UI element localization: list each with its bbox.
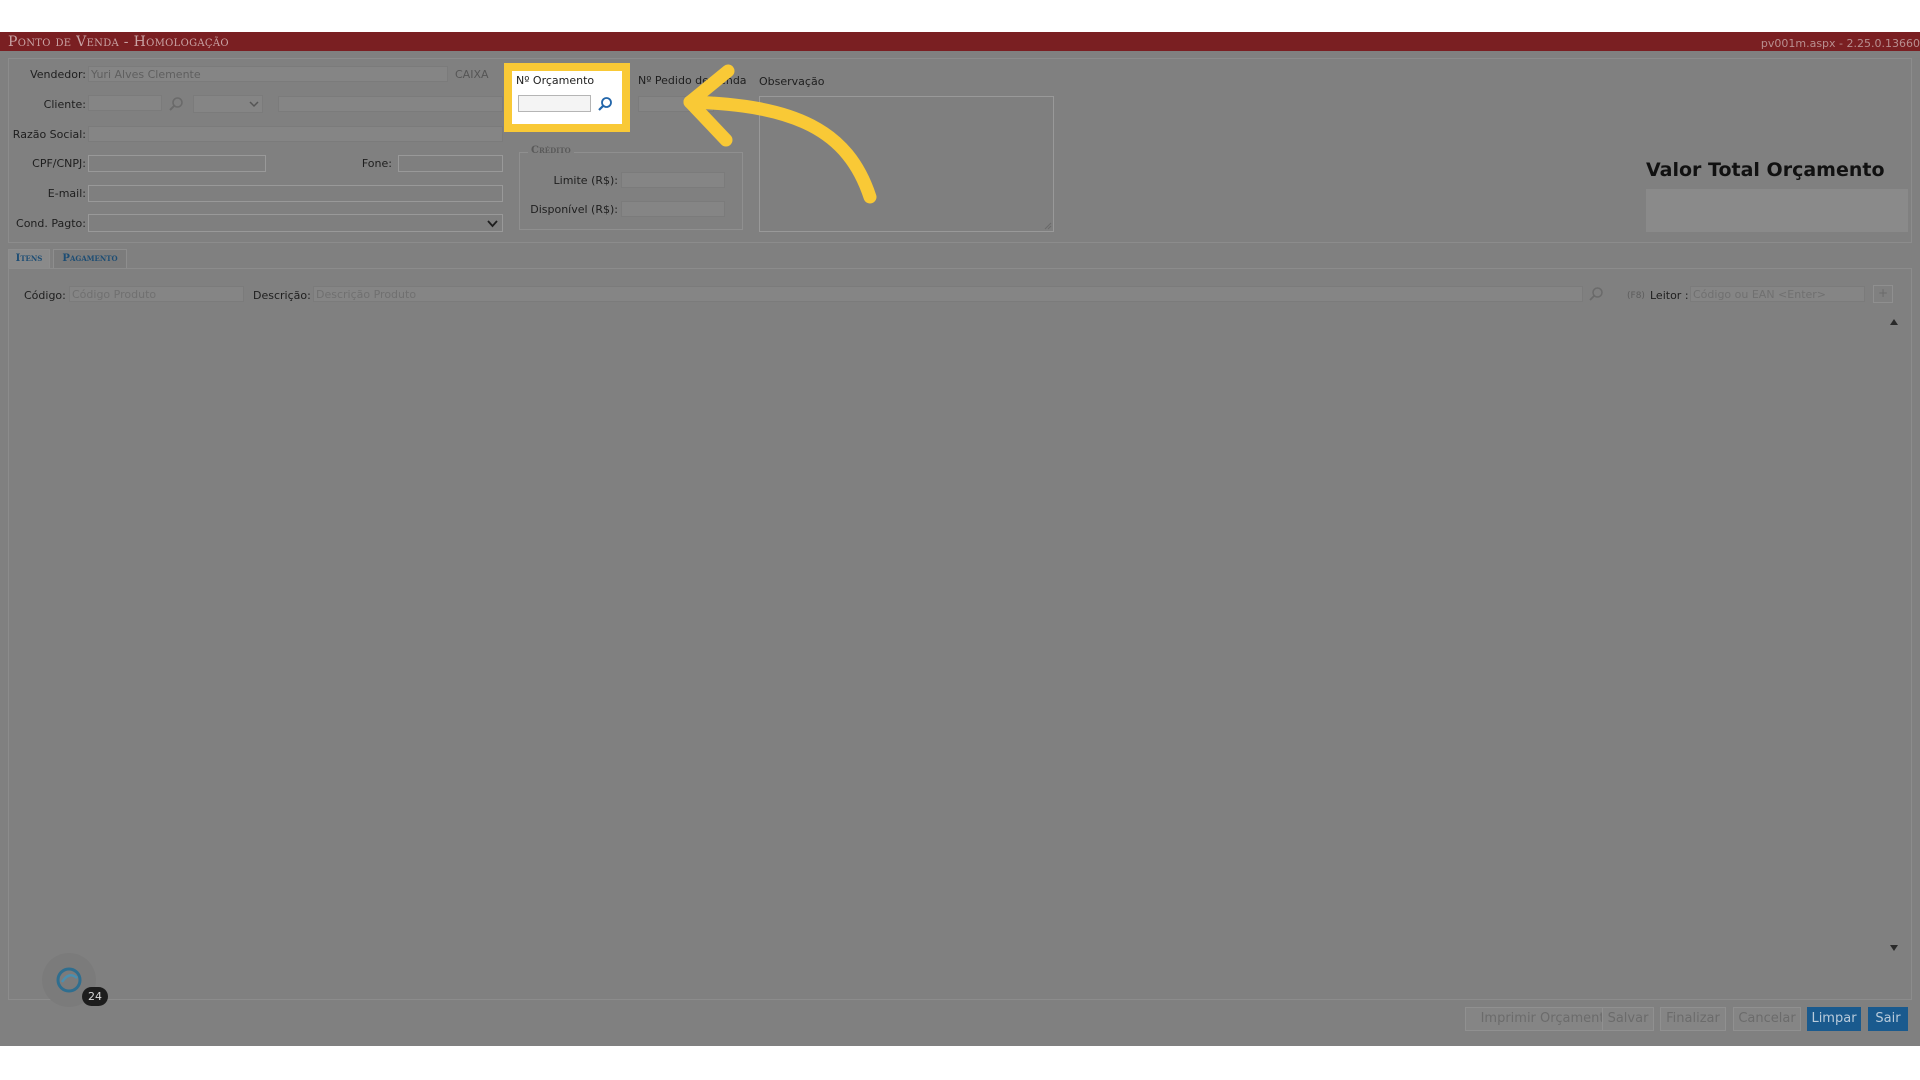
vendedor-label: Vendedor: bbox=[30, 68, 86, 81]
descricao-label: Descrição: bbox=[253, 289, 311, 302]
page-title: Ponto de Venda - Homologação bbox=[8, 34, 229, 50]
cliente-code-input[interactable] bbox=[88, 95, 162, 111]
descricao-search-icon[interactable] bbox=[1588, 286, 1604, 302]
annotation-arrow bbox=[670, 60, 890, 210]
orcamento-input[interactable] bbox=[518, 95, 591, 112]
sair-button[interactable]: Sair bbox=[1868, 1007, 1908, 1031]
chevron-down-icon bbox=[487, 220, 498, 228]
tab-itens[interactable]: Itens bbox=[8, 249, 50, 268]
arrow-down-icon[interactable] bbox=[1889, 944, 1899, 952]
orcamento-label: Nº Orçamento bbox=[516, 74, 595, 87]
valor-total-field bbox=[1646, 189, 1908, 232]
cliente-name-field bbox=[278, 96, 503, 112]
add-item-button[interactable]: + bbox=[1873, 285, 1893, 303]
fone-input[interactable] bbox=[398, 155, 503, 172]
finalizar-button[interactable]: Finalizar bbox=[1660, 1007, 1726, 1031]
arrow-up-icon[interactable] bbox=[1889, 318, 1899, 326]
resize-handle-icon bbox=[1044, 222, 1052, 230]
cpf-cnpj-input[interactable] bbox=[88, 155, 266, 172]
email-input[interactable] bbox=[88, 185, 503, 202]
cliente-label: Cliente: bbox=[43, 98, 86, 111]
chevron-down-icon bbox=[249, 101, 259, 108]
fone-label: Fone: bbox=[361, 157, 392, 170]
tab-pagamento[interactable]: Pagamento bbox=[53, 249, 127, 268]
limpar-button[interactable]: Limpar bbox=[1807, 1007, 1861, 1031]
items-panel bbox=[8, 268, 1912, 1000]
descricao-input[interactable]: Descrição Produto bbox=[313, 286, 1583, 302]
version-label: pv001m.aspx - 2.25.0.13660 bbox=[1760, 37, 1920, 50]
email-label: E-mail: bbox=[47, 187, 86, 200]
limite-label: Limite (R$): bbox=[553, 174, 618, 187]
cliente-type-select[interactable] bbox=[193, 95, 263, 113]
leitor-label: Leitor : bbox=[1650, 289, 1689, 302]
bottom-margin bbox=[0, 1046, 1920, 1080]
caixa-label: CAIXA bbox=[455, 68, 489, 81]
cond-pagto-label: Cond. Pagto: bbox=[16, 217, 86, 230]
leitor-input[interactable]: Código ou EAN <Enter> bbox=[1690, 286, 1865, 302]
cancelar-button[interactable]: Cancelar bbox=[1733, 1007, 1801, 1031]
credito-legend: Crédito bbox=[528, 145, 574, 156]
razao-social-field bbox=[88, 126, 503, 142]
cond-pagto-select[interactable] bbox=[88, 214, 503, 232]
assistant-icon bbox=[56, 967, 82, 993]
valor-total-label: Valor Total Orçamento bbox=[1646, 159, 1885, 181]
leitor-shortcut: (F8) bbox=[1627, 291, 1645, 301]
salvar-button[interactable]: Salvar bbox=[1602, 1007, 1654, 1031]
assistant-badge: 24 bbox=[82, 987, 108, 1006]
razao-social-label: Razão Social: bbox=[12, 128, 86, 141]
codigo-input[interactable]: Código Produto bbox=[69, 286, 244, 302]
orcamento-search-icon[interactable] bbox=[597, 96, 613, 112]
cpf-cnpj-label: CPF/CNPJ: bbox=[32, 157, 86, 170]
vendedor-field: Yuri Alves Clemente bbox=[88, 66, 448, 82]
title-bar bbox=[0, 32, 1920, 51]
cliente-search-icon[interactable] bbox=[168, 96, 184, 112]
disponivel-label: Disponível (R$): bbox=[530, 203, 618, 216]
codigo-label: Código: bbox=[24, 289, 66, 302]
